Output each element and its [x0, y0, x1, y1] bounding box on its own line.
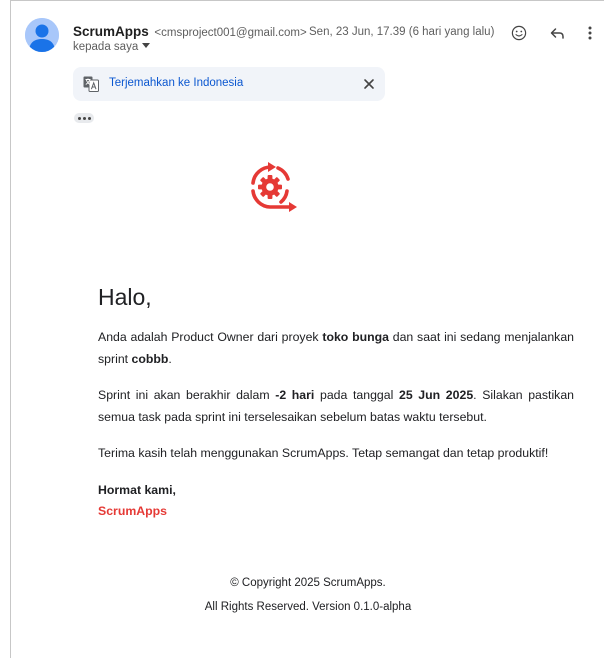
sprint-name: cobbb: [131, 352, 169, 366]
deadline-paragraph: Sprint ini akan berakhir dalam -2 hari p…: [98, 384, 574, 428]
more-vertical-icon: [588, 26, 592, 40]
sender-email: <cmsproject001@gmail.com>: [154, 27, 307, 39]
ellipsis-dot: [82, 116, 86, 120]
remaining-days: -2 hari: [275, 388, 315, 402]
translate-bar: Terjemahkan ke Indonesia: [73, 67, 385, 101]
ellipsis-dot: [77, 116, 81, 120]
sender-line: ScrumApps <cmsproject001@gmail.com>: [73, 24, 307, 39]
signoff-brand: ScrumApps: [98, 504, 168, 518]
more-options-button[interactable]: [579, 22, 601, 44]
sprint-end-date: 25 Jun 2025: [398, 388, 474, 402]
person-avatar-icon: [25, 18, 59, 52]
translate-icon: [83, 76, 99, 92]
greeting-heading: Halo,: [98, 284, 152, 310]
text-segment: pada tanggal: [314, 388, 399, 402]
close-icon[interactable]: [360, 75, 378, 93]
text-segment: Sprint ini akan berakhir dalam: [98, 388, 276, 402]
footer-copyright: © Copyright 2025 ScrumApps.: [230, 577, 386, 589]
thanks-paragraph: Terima kasih telah menggunakan ScrumApps…: [98, 446, 549, 460]
reply-button[interactable]: [546, 22, 568, 44]
reply-arrow-icon: [550, 28, 564, 39]
email-date: Sen, 23 Jun, 17.39 (6 hari yang lalu): [309, 26, 495, 38]
add-reaction-button[interactable]: [508, 22, 530, 44]
intro-paragraph: Anda adalah Product Owner dari proyek to…: [98, 326, 574, 370]
scrum-cycle-gear-logo: [251, 162, 297, 212]
email-view: ScrumApps <cmsproject001@gmail.com> kepa…: [10, 0, 604, 658]
recipient-details-toggle[interactable]: kepada saya: [73, 41, 151, 53]
caret-down-icon: [142, 43, 151, 48]
sender-avatar[interactable]: [25, 18, 59, 52]
project-name: toko bunga: [322, 330, 389, 344]
translate-link[interactable]: Terjemahkan ke Indonesia: [109, 77, 243, 89]
text-segment: Anda adalah Product Owner dari proyek: [98, 330, 323, 344]
show-trimmed-content-button[interactable]: [74, 113, 94, 123]
ellipsis-dot: [87, 116, 91, 120]
footer-rights: All Rights Reserved. Version 0.1.0-alpha: [204, 601, 412, 613]
text-segment: .: [168, 352, 172, 366]
signoff-regards: Hormat kami,: [98, 483, 176, 497]
recipient-label: kepada saya: [73, 41, 139, 53]
emoji-smile-icon: [511, 25, 527, 41]
sender-name[interactable]: ScrumApps: [73, 24, 149, 39]
